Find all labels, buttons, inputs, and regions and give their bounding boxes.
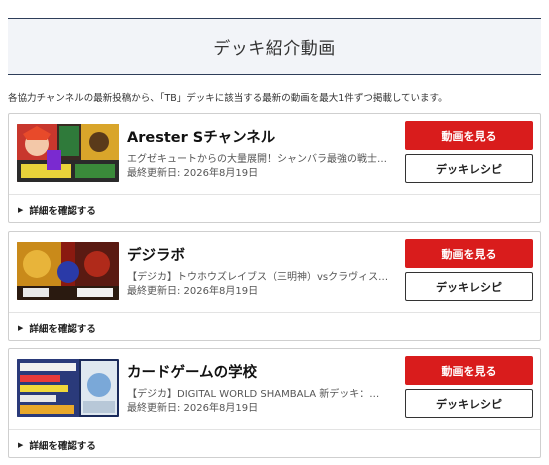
triangle-right-icon: ▶ bbox=[18, 323, 24, 332]
last-updated: 最終更新日: 2026年8月19日 bbox=[127, 403, 259, 414]
deck-recipe-button[interactable]: デッキレシピ bbox=[405, 389, 533, 418]
channel-name[interactable]: Arester Sチャンネル bbox=[127, 126, 275, 147]
video-title[interactable]: 【デジカ】トウホウズレイブス（三明神）vsクラヴィス… bbox=[127, 268, 399, 283]
page-header: デッキ紹介動画 bbox=[8, 18, 541, 75]
channel-name[interactable]: カードゲームの学校 bbox=[127, 361, 257, 382]
deck-recipe-button[interactable]: デッキレシピ bbox=[405, 272, 533, 301]
deck-recipe-button[interactable]: デッキレシピ bbox=[405, 154, 533, 183]
last-updated: 最終更新日: 2026年8月19日 bbox=[127, 168, 259, 179]
video-title[interactable]: 【デジカ】DIGITAL WORLD SHAMBALA 新デッキ：… bbox=[127, 385, 399, 400]
video-card: カードゲームの学校 【デジカ】DIGITAL WORLD SHAMBALA 新デ… bbox=[8, 348, 541, 458]
last-updated: 最終更新日: 2026年8月19日 bbox=[127, 286, 259, 297]
page-title: デッキ紹介動画 bbox=[213, 39, 336, 59]
video-title[interactable]: エグゼキュートからの大量展開！シャンバラ最強の戦士… bbox=[127, 150, 399, 165]
watch-video-button[interactable]: 動画を見る bbox=[405, 356, 533, 385]
details-label: 詳細を確認する bbox=[29, 205, 96, 217]
triangle-right-icon: ▶ bbox=[18, 205, 24, 214]
details-toggle[interactable]: ▶ 詳細を確認する bbox=[9, 429, 540, 459]
video-card: デジラボ 【デジカ】トウホウズレイブス（三明神）vsクラヴィス… 最終更新日: … bbox=[8, 231, 541, 341]
details-toggle[interactable]: ▶ 詳細を確認する bbox=[9, 312, 540, 342]
video-card: Arester Sチャンネル エグゼキュートからの大量展開！シャンバラ最強の戦士… bbox=[8, 113, 541, 223]
details-label: 詳細を確認する bbox=[29, 440, 96, 452]
video-thumbnail[interactable] bbox=[17, 124, 119, 182]
watch-video-button[interactable]: 動画を見る bbox=[405, 239, 533, 268]
page-description: 各協力チャンネルの最新投稿から、「TB」デッキに該当する最新の動画を最大1件ずつ… bbox=[8, 93, 448, 104]
details-toggle[interactable]: ▶ 詳細を確認する bbox=[9, 194, 540, 224]
video-thumbnail[interactable] bbox=[17, 242, 119, 300]
triangle-right-icon: ▶ bbox=[18, 440, 24, 449]
video-thumbnail[interactable] bbox=[17, 359, 119, 417]
channel-name[interactable]: デジラボ bbox=[127, 244, 185, 265]
watch-video-button[interactable]: 動画を見る bbox=[405, 121, 533, 150]
details-label: 詳細を確認する bbox=[29, 323, 96, 335]
